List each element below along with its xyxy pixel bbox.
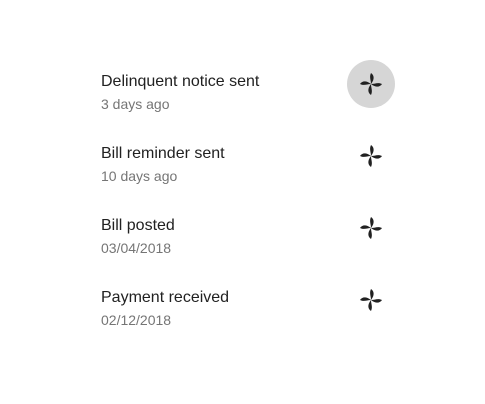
list-item-subtitle: 03/04/2018	[101, 240, 172, 256]
pinwheel-button[interactable]	[347, 132, 395, 180]
pinwheel-button[interactable]	[347, 276, 395, 324]
pinwheel-icon	[360, 73, 382, 95]
pinwheel-button[interactable]	[347, 60, 395, 108]
list-item-title: Payment received	[101, 289, 230, 306]
list-item-subtitle: 10 days ago	[101, 168, 178, 184]
list-item-text: Payment received 02/12/2018	[101, 288, 229, 330]
list-item: Payment received 02/12/2018	[0, 264, 485, 336]
list-item-title: Bill posted	[101, 217, 175, 234]
pinwheel-button[interactable]	[347, 204, 395, 252]
list-item-text: Bill posted 03/04/2018	[101, 216, 175, 258]
pinwheel-icon	[360, 289, 382, 311]
list-item: Bill posted 03/04/2018	[0, 192, 485, 264]
list-item-title: Delinquent notice sent	[101, 73, 260, 90]
activity-list: Delinquent notice sent 3 days ago Bill r…	[0, 48, 485, 336]
list-item: Bill reminder sent 10 days ago	[0, 120, 485, 192]
pinwheel-icon	[360, 145, 382, 167]
list-item: Delinquent notice sent 3 days ago	[0, 48, 485, 120]
list-item-subtitle: 3 days ago	[101, 96, 170, 112]
list-item-text: Bill reminder sent 10 days ago	[101, 144, 225, 186]
list-item-text: Delinquent notice sent 3 days ago	[101, 72, 259, 114]
pinwheel-icon	[360, 217, 382, 239]
list-item-title: Bill reminder sent	[101, 145, 225, 162]
list-item-subtitle: 02/12/2018	[101, 312, 172, 328]
